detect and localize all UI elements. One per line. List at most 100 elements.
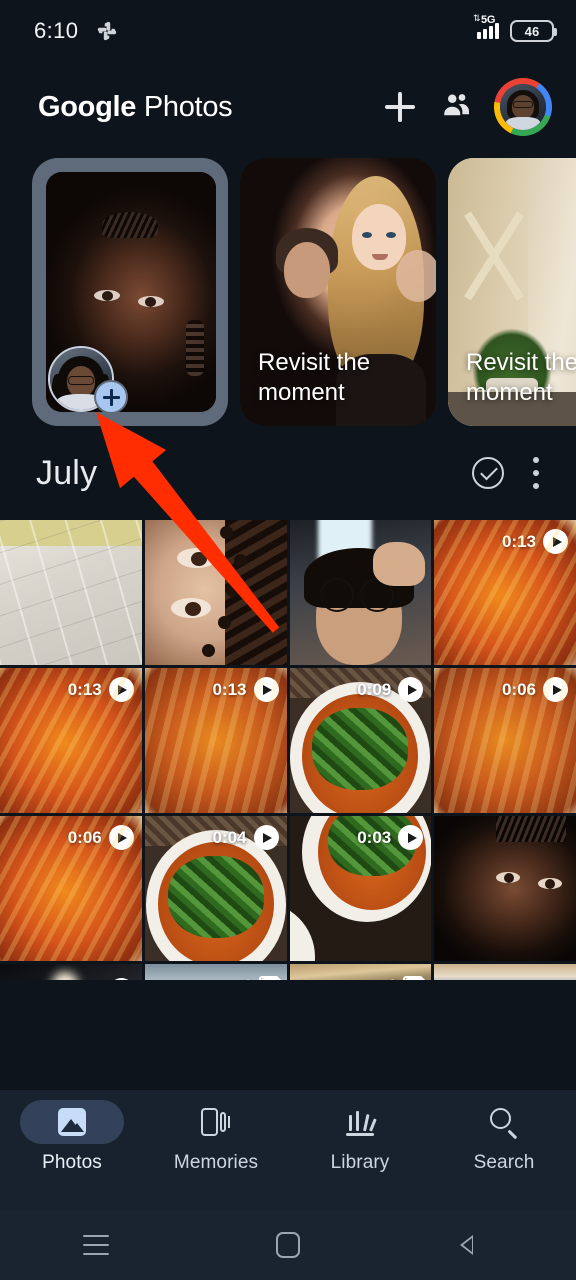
memory-caption: Revisit the moment xyxy=(258,349,371,406)
video-duration: 0:09 xyxy=(357,679,392,699)
network-type-label: 5G xyxy=(481,14,496,26)
nav-item-photos[interactable]: Photos xyxy=(0,1100,144,1174)
search-icon xyxy=(489,1107,519,1140)
play-icon xyxy=(108,978,134,980)
grid-item-video[interactable]: 0:07 xyxy=(0,964,142,980)
add-button[interactable] xyxy=(372,79,428,135)
video-duration: 0:04 xyxy=(212,827,247,847)
play-icon xyxy=(543,529,568,554)
play-icon xyxy=(398,677,424,702)
grid-item[interactable] xyxy=(434,964,576,980)
avatar xyxy=(500,84,546,130)
status-bar: 6:10 ⇅ 5G 46 xyxy=(0,0,576,62)
check-circle-icon[interactable] xyxy=(472,457,504,489)
home-button[interactable] xyxy=(192,1232,384,1258)
grid-item-video[interactable]: 0:13 xyxy=(0,668,142,813)
system-navigation-bar xyxy=(0,1210,576,1280)
signal-icon: ⇅ 5G xyxy=(473,14,499,39)
brand-photos: Photos xyxy=(143,90,233,123)
people-icon xyxy=(439,90,473,125)
grid-item-video[interactable]: 0:04 xyxy=(144,816,287,961)
grid-item[interactable] xyxy=(0,520,142,665)
stack-badge: 3 xyxy=(388,976,426,980)
plus-icon xyxy=(385,92,415,122)
nav-item-library[interactable]: Library xyxy=(288,1100,432,1174)
grid-item-stack[interactable]: 3 xyxy=(289,964,432,980)
battery-percent: 46 xyxy=(524,23,540,39)
grid-item[interactable] xyxy=(289,520,432,665)
grid-item-video[interactable]: 0:13 xyxy=(434,520,576,665)
nav-pill-active xyxy=(20,1100,124,1144)
status-time: 6:10 xyxy=(34,18,79,43)
more-vertical-icon[interactable] xyxy=(532,457,540,489)
stack-icon xyxy=(258,976,281,980)
video-badge: 0:13 xyxy=(212,677,279,702)
grid-item-video[interactable]: 0:06 xyxy=(434,668,576,813)
play-icon xyxy=(398,825,424,850)
home-icon xyxy=(276,1232,300,1258)
nav-pill xyxy=(164,1100,268,1144)
video-badge: 0:09 xyxy=(357,677,424,702)
video-badge: 0:03 xyxy=(357,825,424,850)
bottom-navigation: Photos Memories Library Search xyxy=(0,1090,576,1210)
memory-card-2[interactable]: Revisit the moment xyxy=(448,158,576,426)
app-header: Google Photos xyxy=(0,62,576,152)
recent-apps-icon xyxy=(83,1235,109,1255)
video-duration: 0:13 xyxy=(501,531,536,551)
video-duration: 0:13 xyxy=(212,679,247,699)
nav-label: Memories xyxy=(173,1152,259,1173)
library-icon xyxy=(345,1108,377,1136)
memories-carousel[interactable]: Revisit the moment Revisit the moment xyxy=(0,158,576,426)
grid-item-stack[interactable]: 6 xyxy=(144,964,287,980)
nav-label: Library xyxy=(330,1152,390,1173)
recent-apps-button[interactable] xyxy=(0,1235,192,1255)
account-avatar-button[interactable] xyxy=(494,78,552,136)
nav-label: Search xyxy=(473,1152,535,1173)
video-badge: 0:13 xyxy=(68,677,134,702)
stack-badge: 6 xyxy=(243,976,281,980)
sharing-button[interactable] xyxy=(428,79,484,135)
section-title: July xyxy=(36,453,98,492)
play-icon xyxy=(108,677,134,702)
video-badge: 0:06 xyxy=(68,825,134,850)
status-bar-left: 6:10 xyxy=(34,18,118,44)
grid-item-video[interactable]: 0:06 xyxy=(0,816,142,961)
nav-label: Photos xyxy=(42,1152,102,1173)
status-bar-right: ⇅ 5G 46 xyxy=(473,14,557,42)
video-badge: 0:07 xyxy=(68,978,134,980)
video-badge: 0:13 xyxy=(502,529,568,554)
grid-item-video[interactable]: 0:09 xyxy=(289,668,432,813)
nav-item-memories[interactable]: Memories xyxy=(144,1100,288,1174)
memory-card-1[interactable]: Revisit the moment xyxy=(240,158,436,426)
app-title: Google Photos xyxy=(38,90,233,124)
memories-icon xyxy=(201,1107,231,1137)
play-icon xyxy=(543,677,568,702)
play-icon xyxy=(253,677,279,702)
play-icon xyxy=(108,825,134,850)
photos-icon xyxy=(58,1108,86,1136)
memory-card-add-to-story[interactable] xyxy=(32,158,228,426)
back-icon xyxy=(459,1234,488,1256)
video-duration: 0:13 xyxy=(67,679,102,699)
stack-count: 6 xyxy=(243,976,252,980)
video-badge: 0:06 xyxy=(502,677,568,702)
nav-item-search[interactable]: Search xyxy=(432,1100,576,1174)
grid-item[interactable] xyxy=(434,816,576,961)
photo-grid[interactable]: 0:13 0:13 0:13 0:09 0:06 0:06 0:04 0:03 xyxy=(0,520,576,980)
section-header: July xyxy=(0,426,576,520)
memory-caption: Revisit the moment xyxy=(466,349,576,406)
play-icon xyxy=(253,825,279,850)
grid-item-video[interactable]: 0:13 xyxy=(144,668,287,813)
video-duration: 0:06 xyxy=(501,679,536,699)
grid-item-video[interactable]: 0:03 xyxy=(289,816,432,961)
slack-icon xyxy=(96,20,118,42)
stack-count: 3 xyxy=(388,976,397,980)
brand-google: Google xyxy=(38,90,137,123)
video-badge: 0:04 xyxy=(212,825,279,850)
back-button[interactable] xyxy=(384,1234,576,1256)
add-to-story-plus-badge[interactable] xyxy=(94,380,128,414)
grid-item[interactable] xyxy=(144,520,287,665)
video-duration: 0:06 xyxy=(67,827,102,847)
data-arrows-icon: ⇅ xyxy=(473,13,481,23)
stack-icon xyxy=(403,976,426,980)
